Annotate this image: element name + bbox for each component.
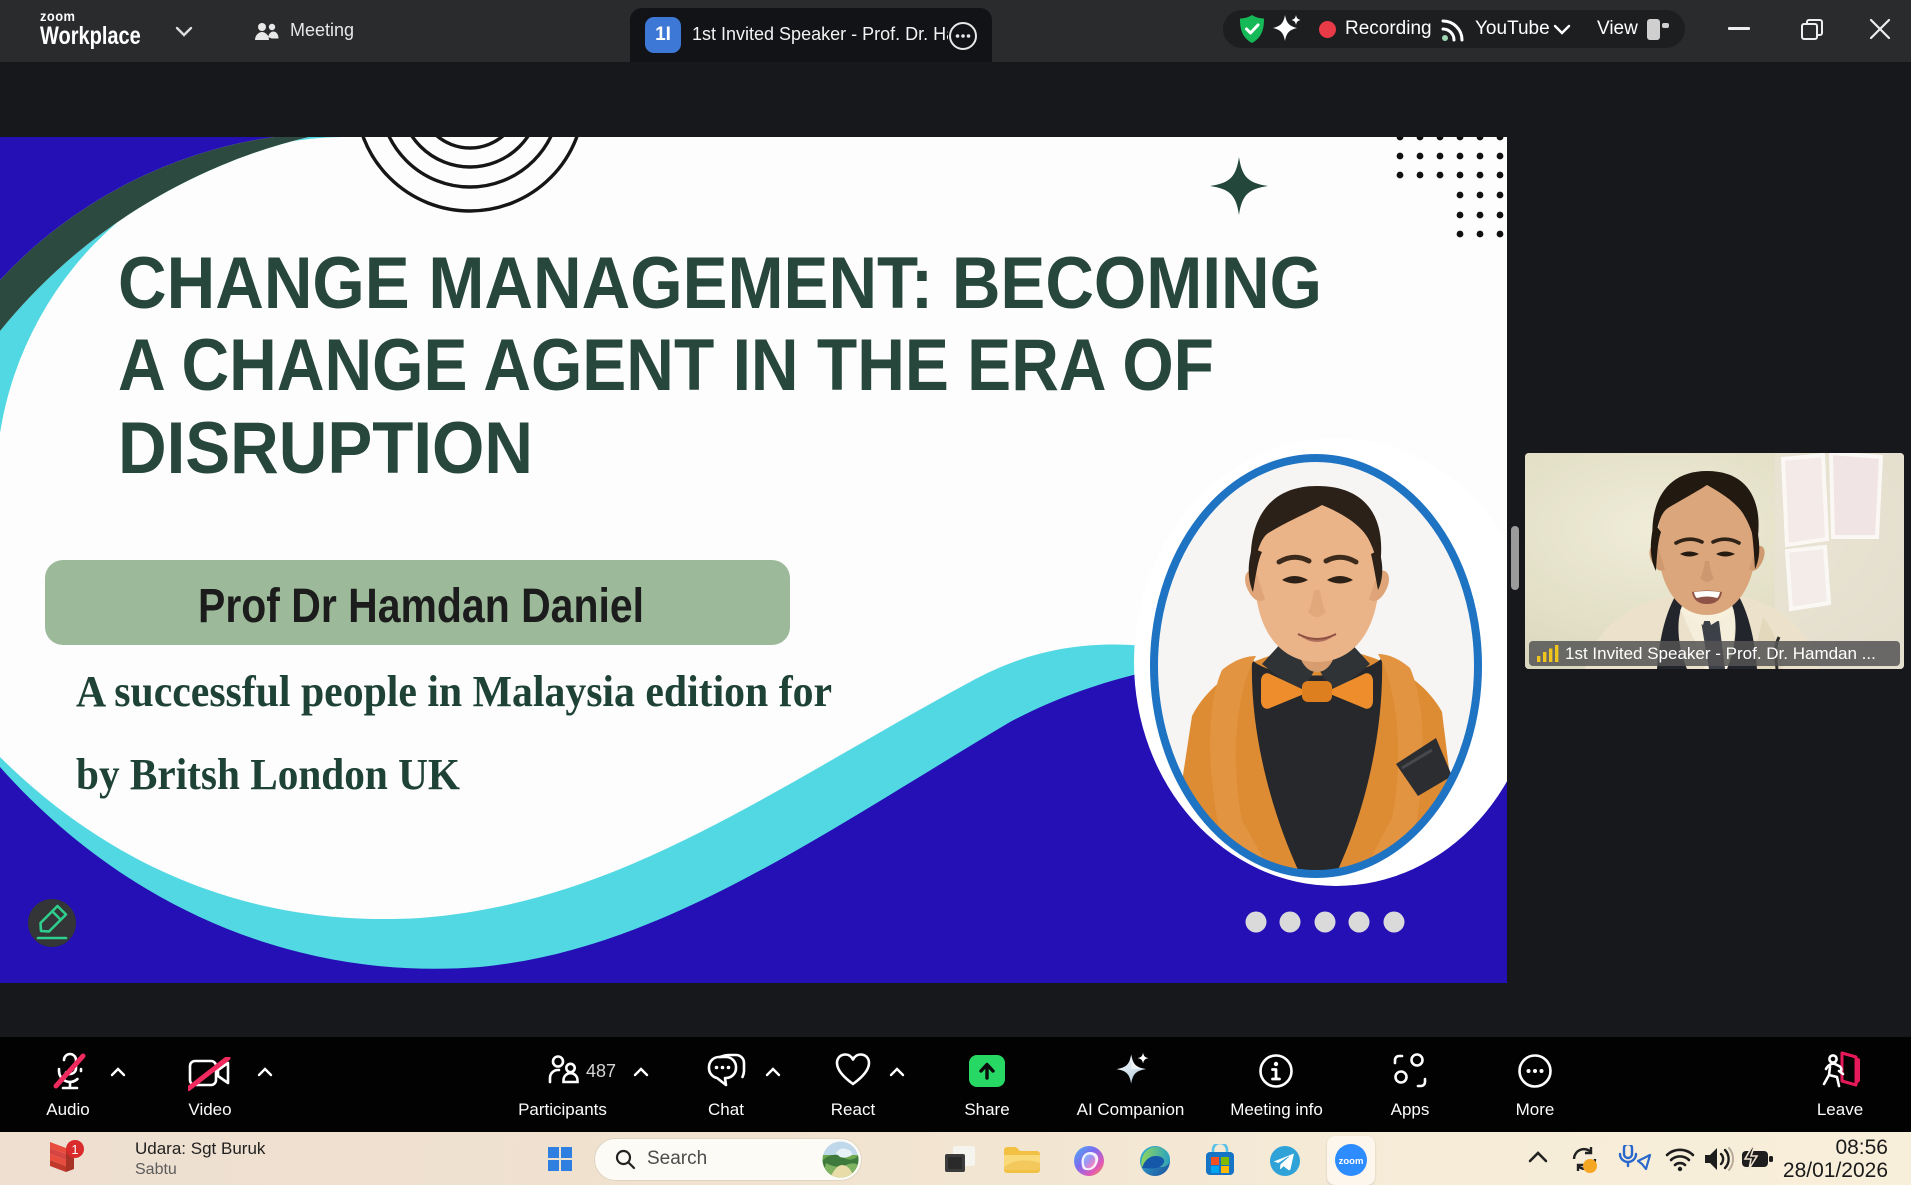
svg-text:CHANGE MANAGEMENT: BECOMING: CHANGE MANAGEMENT: BECOMING (118, 243, 1322, 324)
svg-text:Prof Dr Hamdan Daniel: Prof Dr Hamdan Daniel (198, 580, 644, 633)
svg-text:A successful people in Malaysi: A successful people in Malaysia edition … (76, 667, 832, 716)
svg-text:by Britsh London UK: by Britsh London UK (76, 750, 460, 799)
svg-text:zoom: zoom (1339, 1156, 1364, 1167)
svg-text:1: 1 (71, 1142, 78, 1157)
svg-text:A CHANGE AGENT IN THE ERA OF: A CHANGE AGENT IN THE ERA OF (118, 325, 1214, 406)
svg-text:DISRUPTION: DISRUPTION (118, 408, 533, 489)
